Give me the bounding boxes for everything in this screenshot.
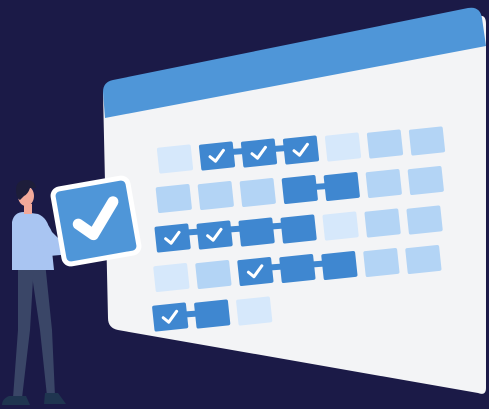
calendar-cell-box [155, 183, 192, 214]
calendar-cell [154, 223, 191, 253]
person-shoe-front [2, 396, 30, 405]
calendar-cell-box [406, 205, 443, 235]
person-leg-back [30, 262, 55, 396]
calendar-cell-box [195, 259, 232, 290]
calendar-cell-box [363, 247, 400, 278]
calendar-cell-box [364, 208, 401, 238]
calendar-cell [365, 168, 402, 199]
person-shoe-back [44, 393, 66, 404]
calendar-cell [197, 180, 234, 211]
calendar-cell-box [366, 129, 404, 159]
calendar-cell-box [281, 174, 318, 205]
calendar-cell-box [324, 132, 362, 162]
calendar-cell [194, 299, 231, 329]
calendar-cell [237, 256, 274, 287]
calendar-cell [281, 174, 318, 205]
calendar-cell [238, 217, 275, 247]
calendar-cell-box [408, 126, 446, 156]
checkbox-card [50, 175, 142, 267]
calendar-cell-box [198, 141, 236, 171]
calendar-cell-box [238, 217, 275, 247]
calendar-cell-box [405, 244, 442, 275]
calendar-cell [155, 183, 192, 214]
calendar-cell [196, 220, 233, 250]
calendar-cell [321, 250, 358, 281]
calendar-cell [240, 138, 278, 168]
calendar-cell-box [407, 165, 444, 196]
calendar-cell-box [282, 135, 320, 165]
calendar-cell [407, 165, 444, 196]
calendar-cell-box [279, 253, 316, 284]
calendar-cell [239, 177, 276, 208]
calendar-cell [236, 296, 273, 326]
calendar-cell [323, 171, 360, 202]
calendar-cell [324, 132, 362, 162]
calendar-cell [156, 144, 194, 174]
calendar-cell-box [280, 214, 317, 244]
calendar-cell [406, 205, 443, 235]
calendar-cell-box [323, 171, 360, 202]
calendar-cell [364, 208, 401, 238]
calendar-cell [279, 253, 316, 284]
calendar-cell-box [196, 220, 233, 250]
calendar-cell-box [237, 256, 274, 287]
calendar-cell-box [154, 223, 191, 253]
calendar-illustration [2, 7, 486, 405]
calendar-cell-box [153, 262, 190, 293]
calendar-cell [322, 211, 359, 241]
calendar-cell-box [239, 177, 276, 208]
calendar-cell [198, 141, 236, 171]
calendar-cell [363, 247, 400, 278]
calendar-cell-box [152, 302, 189, 332]
calendar-cell [366, 129, 404, 159]
person-leg-front [13, 262, 34, 398]
calendar-cell-box [197, 180, 234, 211]
calendar-cell [405, 244, 442, 275]
calendar-cell [195, 259, 232, 290]
calendar-cell-box [365, 168, 402, 199]
calendar-cell [282, 135, 320, 165]
calendar-cell-box [156, 144, 194, 174]
calendar-cell [152, 302, 189, 332]
calendar-cell-box [322, 211, 359, 241]
calendar-cell-box [236, 296, 273, 326]
calendar-cell-box [240, 138, 278, 168]
calendar-cell [280, 214, 317, 244]
calendar-cell-box [194, 299, 231, 329]
calendar-cell-box [321, 250, 358, 281]
calendar-cell [153, 262, 190, 293]
calendar-cell [408, 126, 446, 156]
